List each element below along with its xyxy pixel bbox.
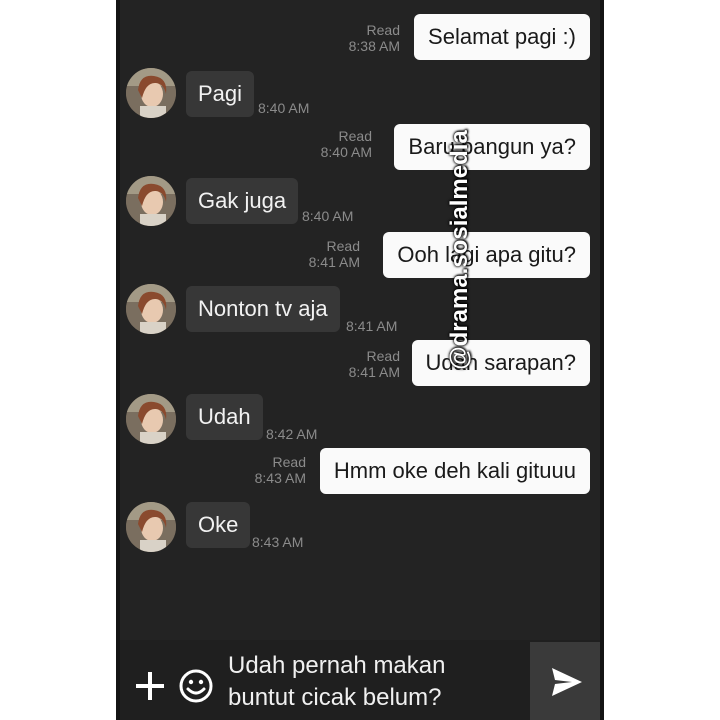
message-time: 8:43 AM [254, 470, 306, 486]
phone-frame: Read 8:38 AM Selamat pagi :) Pagi 8:40 A… [116, 0, 604, 720]
chat-screen[interactable]: Read 8:38 AM Selamat pagi :) Pagi 8:40 A… [120, 0, 600, 640]
message-meta: Read 8:41 AM [340, 348, 400, 380]
message-bubble-incoming[interactable]: Oke [186, 502, 251, 548]
message-bubble-outgoing[interactable]: Selamat pagi :) [414, 14, 590, 60]
message-row-incoming: Pagi 8:40 AM [120, 68, 600, 124]
message-bubble-incoming[interactable]: Pagi [186, 71, 255, 117]
message-time: 8:41 AM [346, 318, 398, 334]
message-meta: Read 8:41 AM [300, 238, 360, 270]
message-bubble-outgoing[interactable]: Hmm oke deh kali gituuu [319, 448, 590, 494]
avatar[interactable] [126, 68, 176, 118]
message-composer: Udah pernah makan buntut cicak belum? [120, 640, 600, 720]
message-bubble-outgoing[interactable]: Baru bangun ya? [394, 124, 590, 170]
message-bubble-incoming[interactable]: Udah [186, 394, 263, 440]
message-row-outgoing: Read 8:43 AM Hmm oke deh kali gituuu [120, 448, 600, 498]
message-row-outgoing: Read 8:41 AM Udah sarapan? [120, 340, 600, 390]
avatar[interactable] [126, 176, 176, 226]
message-meta: Read 8:38 AM [320, 22, 400, 54]
read-status: Read [366, 22, 400, 38]
message-row-outgoing: Read 8:40 AM Baru bangun ya? [120, 124, 600, 174]
send-icon [552, 668, 582, 696]
message-meta: Read 8:40 AM [312, 128, 372, 160]
message-row-incoming: Nonton tv aja 8:41 AM [120, 284, 600, 340]
avatar[interactable] [126, 284, 176, 334]
message-row-incoming: Oke 8:43 AM [120, 500, 600, 556]
avatar-image [126, 394, 176, 444]
watermark-text: @drama.sosialmedia [446, 130, 473, 370]
message-bubble-incoming[interactable]: Gak juga [186, 178, 299, 224]
send-button[interactable] [530, 642, 600, 720]
message-row-outgoing: Read 8:41 AM Ooh lagi apa gitu? [120, 232, 600, 282]
read-status: Read [272, 454, 306, 470]
message-time: 8:41 AM [348, 364, 400, 380]
message-time: 8:43 AM [252, 534, 304, 550]
message-time: 8:42 AM [266, 426, 318, 442]
message-row-incoming: Udah 8:42 AM [120, 392, 600, 448]
avatar[interactable] [126, 394, 176, 444]
avatar[interactable] [126, 502, 176, 552]
emoji-icon[interactable] [178, 668, 214, 704]
message-time: 8:40 AM [258, 100, 310, 116]
message-bubble-incoming[interactable]: Nonton tv aja [186, 286, 340, 332]
message-time: 8:40 AM [302, 208, 354, 224]
message-time: 8:40 AM [320, 144, 372, 160]
message-bubble-outgoing[interactable]: Udah sarapan? [411, 340, 590, 386]
message-meta: Read 8:43 AM [236, 454, 306, 486]
avatar-image [126, 68, 176, 118]
message-row-incoming: Gak juga 8:40 AM [120, 176, 600, 232]
message-row-outgoing: Read 8:38 AM Selamat pagi :) [120, 12, 600, 62]
read-status: Read [338, 128, 372, 144]
message-input[interactable]: Udah pernah makan buntut cicak belum? [228, 650, 528, 714]
message-time: 8:41 AM [308, 254, 360, 270]
plus-icon[interactable] [132, 668, 168, 704]
read-status: Read [326, 238, 360, 254]
message-time: 8:38 AM [348, 38, 400, 54]
message-bubble-outgoing[interactable]: Ooh lagi apa gitu? [383, 232, 590, 278]
avatar-image [126, 176, 176, 226]
avatar-image [126, 284, 176, 334]
avatar-image [126, 502, 176, 552]
read-status: Read [366, 348, 400, 364]
